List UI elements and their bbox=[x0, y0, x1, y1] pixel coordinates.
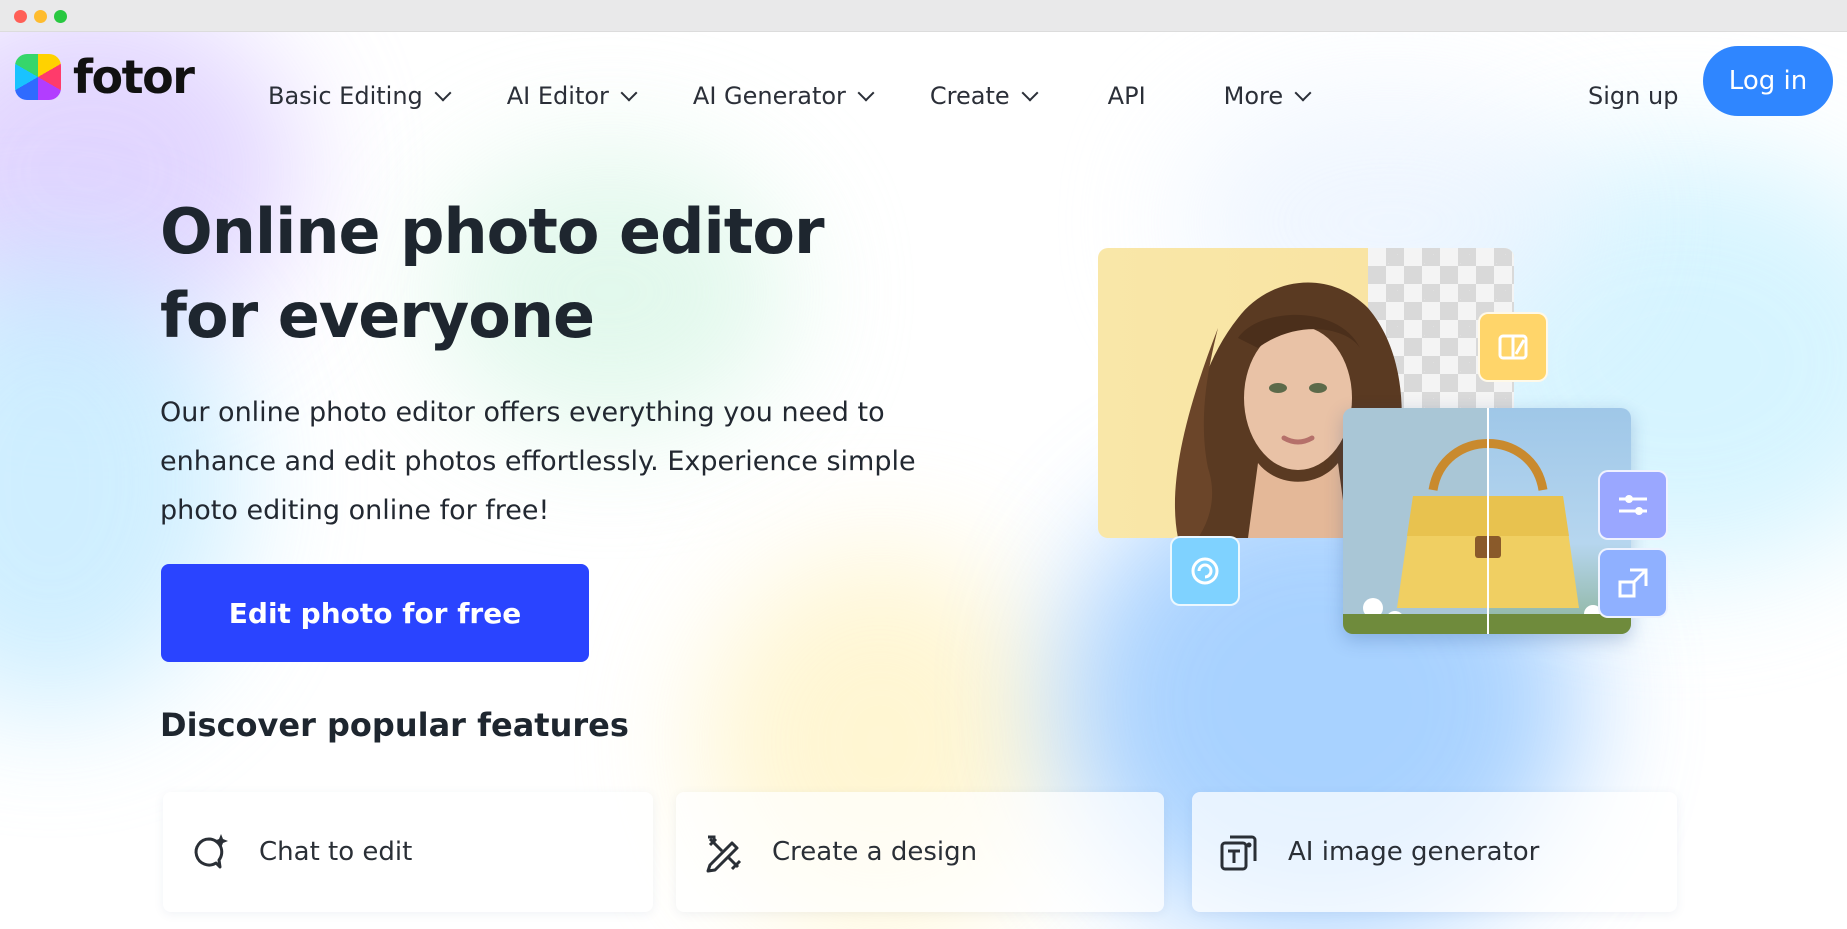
logo-text: fotor bbox=[73, 50, 195, 104]
log-in-button[interactable]: Log in bbox=[1703, 46, 1833, 116]
adjust-sliders-icon bbox=[1598, 470, 1668, 540]
fotor-logo-icon bbox=[15, 54, 61, 100]
feature-card-label: AI image generator bbox=[1288, 837, 1540, 867]
design-tools-icon bbox=[706, 835, 742, 873]
nav-more[interactable]: More bbox=[1223, 78, 1312, 114]
hero-illustration bbox=[1098, 248, 1678, 668]
resize-icon bbox=[1598, 548, 1668, 618]
ai-text-image-icon bbox=[1220, 835, 1257, 871]
nav-label: API bbox=[1107, 82, 1146, 110]
minimize-window-button[interactable] bbox=[34, 10, 47, 23]
handbag-photo bbox=[1343, 408, 1631, 634]
page: fotor Basic Editing AI Editor AI Generat… bbox=[0, 32, 1847, 929]
fotor-logo[interactable]: fotor bbox=[15, 50, 195, 104]
chevron-down-icon bbox=[434, 84, 452, 102]
chevron-down-icon bbox=[1021, 84, 1039, 102]
nav-api[interactable]: API bbox=[1108, 78, 1146, 114]
chevron-down-icon bbox=[620, 84, 638, 102]
nav-basic-editing[interactable]: Basic Editing bbox=[268, 78, 452, 114]
nav-ai-generator[interactable]: AI Generator bbox=[692, 78, 875, 114]
main-nav: Basic Editing AI Editor AI Generator Cre… bbox=[268, 82, 1312, 114]
nav-label: Basic Editing bbox=[268, 82, 423, 110]
maximize-window-button[interactable] bbox=[54, 10, 67, 23]
feature-card-create-design[interactable]: Create a design bbox=[676, 792, 1164, 912]
feature-card-chat-to-edit[interactable]: Chat to edit bbox=[163, 792, 653, 912]
feature-card-ai-image-generator[interactable]: AI image generator bbox=[1192, 792, 1677, 912]
nav-label: Create bbox=[929, 82, 1010, 110]
feature-card-label: Create a design bbox=[772, 837, 978, 867]
site-header: fotor Basic Editing AI Editor AI Generat… bbox=[0, 32, 1847, 132]
feature-card-label: Chat to edit bbox=[259, 837, 413, 867]
chevron-down-icon bbox=[1294, 84, 1312, 102]
window-titlebar bbox=[0, 0, 1847, 32]
chevron-down-icon bbox=[857, 84, 875, 102]
edit-photo-button[interactable]: Edit photo for free bbox=[161, 564, 589, 662]
compare-icon bbox=[1478, 312, 1548, 382]
chat-sparkle-icon bbox=[194, 834, 228, 869]
retouch-icon bbox=[1170, 536, 1240, 606]
nav-label: AI Generator bbox=[692, 82, 846, 110]
nav-label: More bbox=[1223, 82, 1284, 110]
compare-divider bbox=[1487, 408, 1489, 634]
hero-title: Online photo editor for everyone bbox=[160, 195, 825, 352]
features-heading: Discover popular features bbox=[160, 706, 629, 744]
hero-description: Our online photo editor offers everythin… bbox=[160, 397, 916, 526]
nav-create[interactable]: Create bbox=[929, 78, 1039, 114]
feature-cards: Chat to edit Create a design AI image ge… bbox=[163, 792, 1678, 912]
sign-up-link[interactable]: Sign up bbox=[1588, 82, 1678, 110]
nav-ai-editor[interactable]: AI Editor bbox=[506, 78, 638, 114]
close-window-button[interactable] bbox=[14, 10, 27, 23]
nav-label: AI Editor bbox=[506, 82, 609, 110]
